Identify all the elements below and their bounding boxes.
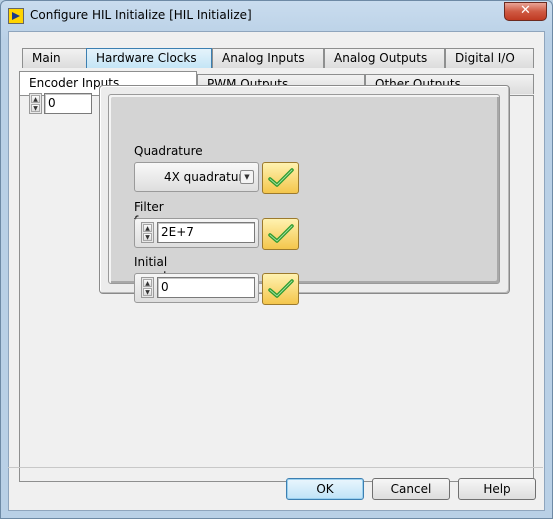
tab-analog-outputs[interactable]: Analog Outputs xyxy=(324,48,445,68)
quadrature-label: Quadrature xyxy=(134,144,203,158)
dropdown-arrow-icon[interactable]: ▼ xyxy=(240,170,254,184)
quadrature-ring[interactable]: 4X quadrature ▼ xyxy=(134,162,259,192)
tab-hardware-clocks[interactable]: Hardware Clocks xyxy=(86,48,212,68)
title-bar[interactable]: Configure HIL Initialize [HIL Initialize… xyxy=(1,1,552,31)
dialog-window: Configure HIL Initialize [HIL Initialize… xyxy=(0,0,553,519)
labview-vi-icon xyxy=(8,8,24,24)
filter-frequency-input[interactable]: 2E+7 xyxy=(157,222,255,243)
tab-main[interactable]: Main xyxy=(22,48,87,68)
tab-digital-io[interactable]: Digital I/O xyxy=(445,48,534,68)
checkmark-icon xyxy=(268,168,294,187)
filter-frequency-control[interactable]: ▲ ▼ 2E+7 xyxy=(134,218,259,248)
initial-count-apply-button[interactable] xyxy=(262,273,299,305)
checkmark-icon xyxy=(268,279,294,298)
ok-button[interactable]: OK xyxy=(286,478,364,500)
initial-count-input[interactable]: 0 xyxy=(157,277,255,298)
decrement-arrow-icon[interactable]: ▼ xyxy=(143,288,152,296)
filter-frequency-spinner[interactable]: ▲ ▼ xyxy=(141,222,154,243)
cancel-button[interactable]: Cancel xyxy=(372,478,450,500)
index-input[interactable]: 0 xyxy=(44,93,92,114)
increment-arrow-icon[interactable]: ▲ xyxy=(143,279,152,287)
increment-arrow-icon[interactable]: ▲ xyxy=(143,224,152,232)
checkmark-icon xyxy=(268,224,294,243)
increment-arrow-icon[interactable]: ▲ xyxy=(31,95,40,103)
tab-analog-inputs[interactable]: Analog Inputs xyxy=(212,48,324,68)
decrement-arrow-icon[interactable]: ▼ xyxy=(143,233,152,241)
help-button[interactable]: Help xyxy=(458,478,536,500)
close-button[interactable]: ✕ xyxy=(504,2,547,21)
window-title: Configure HIL Initialize [HIL Initialize… xyxy=(30,8,252,22)
decrement-arrow-icon[interactable]: ▼ xyxy=(31,104,40,112)
filter-frequency-apply-button[interactable] xyxy=(262,218,299,250)
quadrature-value: 4X quadrature xyxy=(164,170,251,184)
quadrature-apply-button[interactable] xyxy=(262,162,299,194)
encoder-index-control[interactable]: ▲ ▼ 0 xyxy=(24,92,97,115)
initial-count-spinner[interactable]: ▲ ▼ xyxy=(141,277,154,298)
index-spinner[interactable]: ▲ ▼ xyxy=(29,93,42,114)
initial-count-control[interactable]: ▲ ▼ 0 xyxy=(134,273,259,303)
